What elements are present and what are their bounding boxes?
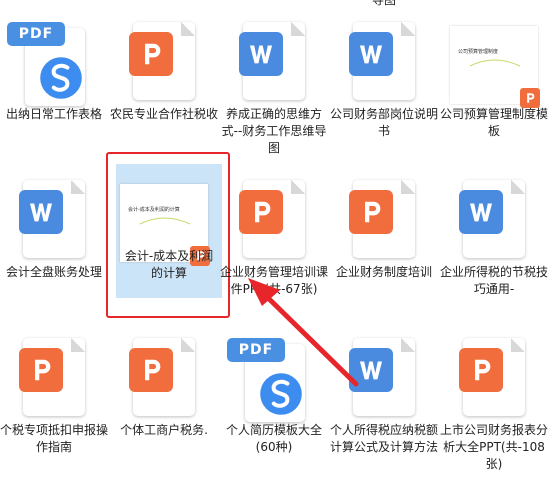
file-name: 企业财务制度培训	[335, 265, 432, 279]
file-name: 出纳日常工作表格	[5, 107, 102, 121]
pdf-icon: PDF	[7, 22, 87, 106]
file-item[interactable]: 农民专业合作社税收	[110, 0, 218, 158]
file-name: 个人所得税应纳税额计算公式及计算方法	[330, 423, 439, 454]
file-name: 会计-成本及利润的计算	[124, 249, 214, 280]
file-item[interactable]: 会计全盘账务处理	[0, 158, 108, 316]
ppt-icon	[129, 338, 195, 416]
word-icon	[239, 22, 305, 100]
top-partial-label: 导图	[371, 0, 396, 7]
word-icon	[19, 180, 85, 258]
file-item[interactable]: PDF 出纳日常工作表格	[0, 0, 108, 158]
file-item[interactable]: 会计-成本及利润的计算 会计-成本及利润的计算	[106, 152, 230, 318]
word-icon	[459, 180, 525, 258]
pdf-tag: PDF	[227, 338, 285, 362]
file-name: 企业所得税的节税技巧通用-	[440, 265, 549, 296]
file-item[interactable]: 公司财务部岗位说明书	[330, 0, 438, 158]
ppt-thumbnail: 公司预算管理制度	[448, 16, 540, 108]
ppt-icon	[239, 180, 305, 258]
file-name: 个人简历模板大全(60种)	[225, 423, 322, 454]
file-name: 养成正确的思维方式--财务工作思维导图	[221, 107, 327, 155]
file-item[interactable]: 企业财务管理培训课件PPT(共-67张)	[220, 158, 328, 316]
file-item[interactable]: 企业所得税的节税技巧通用-	[440, 158, 548, 316]
file-item[interactable]: 养成正确的思维方式--财务工作思维导图	[220, 0, 328, 158]
ppt-icon	[349, 180, 415, 258]
file-item[interactable]: 个体工商户税务.	[110, 316, 218, 474]
word-icon	[349, 22, 415, 100]
file-name: 企业财务管理培训课件PPT(共-67张)	[220, 265, 329, 296]
file-name: 上市公司财务报表分析大全PPT(共-108张)	[440, 423, 549, 471]
file-item[interactable]: PDF 个人简历模板大全(60种)	[220, 316, 328, 474]
file-name: 农民专业合作社税收	[110, 107, 219, 121]
file-name: 公司预算管理制度模板	[440, 107, 549, 138]
file-item[interactable]: 个人所得税应纳税额计算公式及计算方法	[330, 316, 438, 474]
file-name: 个体工商户税务.	[120, 423, 208, 437]
file-name: 会计全盘账务处理	[5, 265, 102, 279]
file-name: 公司财务部岗位说明书	[330, 107, 439, 138]
file-item[interactable]: 上市公司财务报表分析大全PPT(共-108张)	[440, 316, 548, 474]
file-item[interactable]: 企业财务制度培训	[330, 158, 438, 316]
ppt-icon	[459, 338, 525, 416]
pdf-icon: PDF	[227, 338, 307, 422]
ppt-icon	[129, 22, 195, 100]
file-name: 个税专项抵扣申报操作指南	[0, 423, 109, 454]
ppt-icon	[19, 338, 85, 416]
pdf-tag: PDF	[7, 22, 65, 46]
word-icon	[349, 338, 415, 416]
file-item[interactable]: 个税专项抵扣申报操作指南	[0, 316, 108, 474]
file-item[interactable]: 公司预算管理制度 公司预算管理制度模板	[440, 0, 548, 158]
